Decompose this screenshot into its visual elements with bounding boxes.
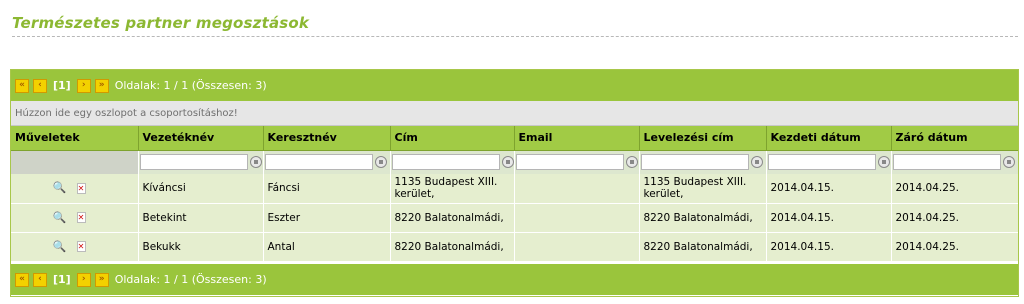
cell-vezeteknev: Kíváncsi [138,174,264,203]
cell-cim: 8220 Balatonalmádi, [390,202,515,232]
cell-vezeteknev: Bekukk [138,231,264,261]
delete-icon[interactable] [76,212,86,224]
filter-input-kezdeti-datum[interactable] [767,154,876,171]
pager-info: Oldalak: 1 / 1 (Összesen: 3) [114,79,267,92]
table-row[interactable]: 🔍 Betekint Eszter 8220 Balatonalmádi, 82… [11,202,1018,232]
filter-icon[interactable] [1002,156,1015,169]
cell-email [514,231,640,261]
col-header-email[interactable]: Email [514,126,640,151]
filter-cell-ops [11,150,139,174]
cell-kezdeti-datum: 2014.04.15. [766,202,892,232]
cell-keresztnev: Antal [263,231,391,261]
pager-top: « ‹ [1] › » Oldalak: 1 / 1 (Összesen: 3) [11,70,1018,101]
filter-input-vezeteknev[interactable] [139,154,248,171]
delete-icon[interactable] [76,241,86,253]
prev-page-button[interactable]: ‹ [33,78,47,93]
filter-row [11,150,1018,174]
data-table: Műveletek Vezetéknév Keresztnév Cím Emai… [11,126,1018,261]
filter-input-keresztnev[interactable] [264,154,373,171]
pager-bottom: « ‹ [1] › » Oldalak: 1 / 1 (Összesen: 3) [11,264,1018,295]
cell-keresztnev: Fáncsi [263,174,391,203]
pager-info: Oldalak: 1 / 1 (Összesen: 3) [114,273,267,286]
filter-icon[interactable] [750,156,763,169]
delete-icon[interactable] [76,182,86,195]
filter-input-levelezesi-cim[interactable] [640,154,749,171]
cell-levelezesi-cim: 1135 Budapest XIII. kerület, [639,174,767,203]
magnifier-icon[interactable]: 🔍 [53,182,67,194]
col-header-cim[interactable]: Cím [390,126,515,151]
filter-icon[interactable] [249,156,262,169]
cell-zaro-datum: 2014.04.25. [891,174,1018,203]
cell-kezdeti-datum: 2014.04.15. [766,231,892,261]
filter-icon[interactable] [501,156,514,169]
cell-email [514,174,640,203]
filter-icon[interactable] [625,156,638,169]
cell-cim: 1135 Budapest XIII. kerület, [390,174,515,203]
cell-email [514,202,640,232]
first-page-button[interactable]: « [15,78,29,93]
col-header-levelezesi-cim[interactable]: Levelezési cím [639,126,767,151]
col-header-vezeteknev[interactable]: Vezetéknév [138,126,264,151]
header-row: Műveletek Vezetéknév Keresztnév Cím Emai… [11,126,1018,151]
page-title: Természetes partner megosztások [12,14,1018,37]
first-page-button[interactable]: « [15,272,29,287]
current-page[interactable]: [1] [53,79,71,92]
cell-zaro-datum: 2014.04.25. [891,202,1018,232]
col-header-kezdeti-datum[interactable]: Kezdeti dátum [766,126,892,151]
next-page-button[interactable]: › [76,78,91,93]
cell-keresztnev: Eszter [263,202,391,232]
cell-cim: 8220 Balatonalmádi, [390,231,515,261]
table-row[interactable]: 🔍 Kíváncsi Fáncsi 1135 Budapest XIII. ke… [11,174,1018,203]
cell-levelezesi-cim: 8220 Balatonalmádi, [639,202,767,232]
magnifier-icon[interactable]: 🔍 [53,211,67,224]
filter-input-email[interactable] [515,154,624,171]
prev-page-button[interactable]: ‹ [33,272,47,287]
last-page-button[interactable]: » [94,78,109,93]
last-page-button[interactable]: » [94,272,109,287]
filter-input-cim[interactable] [391,154,500,171]
filter-input-zaro-datum[interactable] [892,154,1001,171]
table-row[interactable]: 🔍 Bekukk Antal 8220 Balatonalmádi, 8220 … [11,231,1018,261]
col-header-muveletek[interactable]: Műveletek [11,126,139,151]
next-page-button[interactable]: › [76,272,91,287]
filter-icon[interactable] [374,156,387,169]
col-header-zaro-datum[interactable]: Záró dátum [891,126,1018,151]
col-header-keresztnev[interactable]: Keresztnév [263,126,391,151]
cell-levelezesi-cim: 8220 Balatonalmádi, [639,231,767,261]
filter-icon[interactable] [877,156,890,169]
group-panel[interactable]: Húzzon ide egy oszlopot a csoportosításh… [11,101,1018,126]
cell-kezdeti-datum: 2014.04.15. [766,174,892,203]
magnifier-icon[interactable]: 🔍 [53,240,67,253]
cell-zaro-datum: 2014.04.25. [891,231,1018,261]
current-page[interactable]: [1] [53,273,71,286]
partner-grid: « ‹ [1] › » Oldalak: 1 / 1 (Összesen: 3)… [10,69,1019,297]
cell-vezeteknev: Betekint [138,202,264,232]
